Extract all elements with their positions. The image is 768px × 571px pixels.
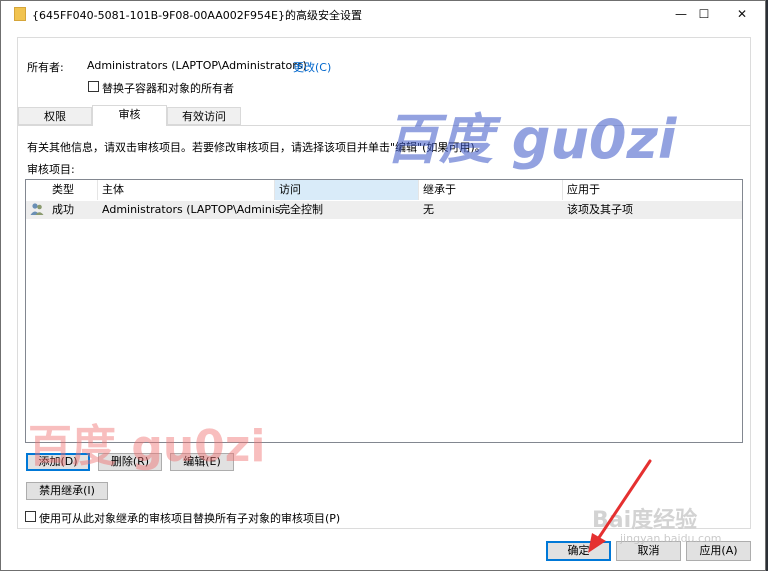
- info-text: 有关其他信息，请双击审核项目。若要修改审核项目，请选择该项目并单击"编辑"(如果…: [27, 141, 486, 154]
- row-access: 完全控制: [279, 203, 323, 216]
- edit-button[interactable]: 编辑(E): [170, 453, 234, 471]
- row-inherited-from: 无: [423, 203, 434, 216]
- row-type: 成功: [52, 203, 74, 216]
- red-arrow-annotation: [588, 459, 652, 553]
- replace-child-audit-label: 使用可从此对象继承的审核项目替换所有子对象的审核项目(P): [39, 512, 341, 525]
- tab-effective-access[interactable]: 有效访问: [167, 107, 241, 125]
- column-header-inherited-from[interactable]: 继承于: [419, 180, 563, 200]
- table-row[interactable]: 成功 Administrators (LAPTOP\Adminis... 完全控…: [26, 201, 742, 219]
- users-icon: [30, 202, 44, 220]
- row-principal: Administrators (LAPTOP\Adminis...: [102, 203, 292, 216]
- close-button[interactable]: ✕: [719, 1, 765, 27]
- audit-entries-list[interactable]: 类型 主体 访问 继承于 应用于 成功 Administrators (LAPT…: [25, 179, 743, 443]
- row-applies-to: 该项及其子项: [567, 203, 633, 216]
- disable-inheritance-button[interactable]: 禁用继承(I): [26, 482, 108, 500]
- column-header-access[interactable]: 访问: [275, 180, 419, 200]
- folder-icon: [14, 7, 26, 21]
- window-title: {645FF040-5081-101B-9F08-00AA002F954E}的高…: [32, 9, 362, 22]
- replace-child-audit-checkbox[interactable]: [25, 511, 36, 522]
- remove-button[interactable]: 删除(R): [98, 453, 162, 471]
- audit-entries-label: 审核项目:: [27, 163, 75, 176]
- tab-permissions[interactable]: 权限: [18, 107, 92, 125]
- replace-owner-checkbox[interactable]: [88, 81, 99, 92]
- owner-label: 所有者:: [27, 61, 64, 74]
- tab-auditing[interactable]: 审核: [92, 105, 167, 126]
- change-owner-link[interactable]: 更改(C): [293, 59, 331, 75]
- replace-owner-label: 替换子容器和对象的所有者: [102, 82, 234, 95]
- apply-button[interactable]: 应用(A): [686, 541, 751, 561]
- column-header-applies-to[interactable]: 应用于: [563, 180, 742, 200]
- owner-value: Administrators (LAPTOP\Administrators): [87, 59, 307, 72]
- column-header-type[interactable]: 类型: [26, 180, 98, 200]
- title-bar[interactable]: {645FF040-5081-101B-9F08-00AA002F954E}的高…: [1, 1, 765, 27]
- add-button[interactable]: 添加(D): [26, 453, 90, 471]
- column-header-principal[interactable]: 主体: [98, 180, 275, 200]
